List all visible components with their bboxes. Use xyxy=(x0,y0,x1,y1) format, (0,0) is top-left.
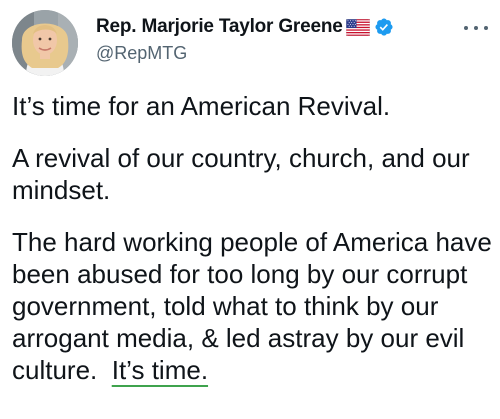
author-handle[interactable]: @RepMTG xyxy=(96,43,394,64)
tweet-paragraph: It’s time for an American Revival. xyxy=(12,91,391,121)
author-name-row: Rep. Marjorie Taylor Greene xyxy=(96,14,394,40)
tweet-paragraph: The hard working people of America have … xyxy=(12,226,492,386)
author-display-name[interactable]: Rep. Marjorie Taylor Greene xyxy=(96,16,343,38)
tweet-closing-phrase: It’s time. xyxy=(111,355,209,385)
avatar[interactable] xyxy=(12,10,78,76)
tweet-paragraph-text: The hard working people of America have … xyxy=(12,227,492,385)
tweet-header: Rep. Marjorie Taylor Greene @RepMTG xyxy=(12,10,488,76)
author-info: Rep. Marjorie Taylor Greene @RepMTG xyxy=(96,14,394,64)
tweet-text: It’s time for an American Revival. A rev… xyxy=(12,90,492,406)
tweet-paragraph: A revival of our country, church, and ou… xyxy=(12,143,470,205)
avatar-image xyxy=(12,10,78,76)
verified-badge-icon xyxy=(374,17,394,37)
more-options-button[interactable] xyxy=(464,18,488,38)
us-flag-icon xyxy=(345,18,370,36)
more-horizontal-icon xyxy=(464,26,468,30)
